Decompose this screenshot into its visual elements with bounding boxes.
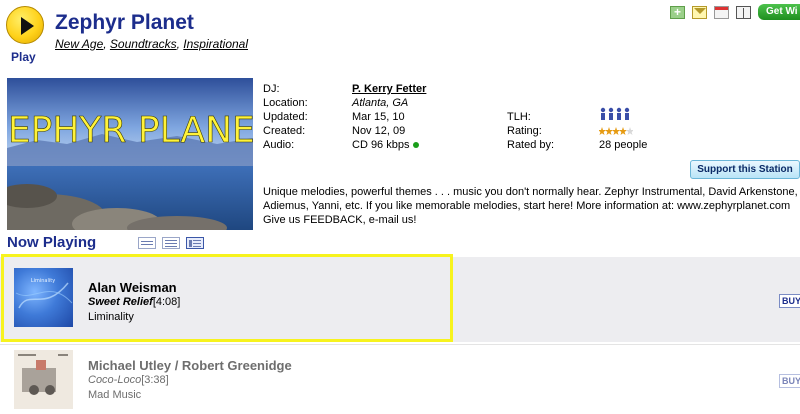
- mail-icon[interactable]: [692, 6, 707, 19]
- genre-link-inspirational[interactable]: Inspirational: [183, 37, 248, 51]
- station-artwork: ZEPHYR PLANET: [7, 78, 253, 230]
- status-dot-icon: [413, 142, 420, 149]
- location-label: Location:: [263, 97, 308, 109]
- genre-link-soundtracks[interactable]: Soundtracks: [110, 37, 177, 51]
- detail-view-icon[interactable]: [186, 237, 204, 249]
- rating-label: Rating:: [507, 125, 542, 137]
- add-icon[interactable]: +: [670, 6, 685, 19]
- buy-button[interactable]: BUY: [779, 374, 800, 388]
- track-album: Mad Music: [88, 389, 142, 401]
- audio-label: Audio:: [263, 139, 295, 151]
- album-art-image: [14, 350, 73, 409]
- now-playing-heading: Now Playing: [7, 234, 97, 251]
- play-button[interactable]: [6, 6, 44, 44]
- compact-view-icon[interactable]: [162, 237, 180, 249]
- updated-value: Mar 15, 10: [352, 111, 405, 123]
- get-widget-button[interactable]: Get Wi: [758, 4, 800, 20]
- book-icon[interactable]: [736, 6, 751, 19]
- location-value: Atlanta, GA: [352, 97, 409, 109]
- track-song: Coco-Loco[3:38]: [88, 374, 169, 386]
- buy-button[interactable]: BUY: [779, 294, 800, 308]
- station-artwork-text: ZEPHYR PLANET: [7, 110, 253, 151]
- track-title[interactable]: Coco-Loco: [88, 374, 141, 386]
- audio-value: CD 96 kbps: [352, 139, 420, 151]
- station-title: Zephyr Planet: [55, 11, 194, 34]
- audio-bitrate: CD 96 kbps: [352, 139, 410, 151]
- station-artwork-image: ZEPHYR PLANET: [7, 78, 253, 230]
- rated-by-value: 28 people: [599, 139, 648, 151]
- album-art: [14, 350, 73, 409]
- updated-label: Updated:: [263, 111, 308, 123]
- created-value: Nov 12, 09: [352, 125, 406, 137]
- genre-link-new-age[interactable]: New Age: [55, 37, 103, 51]
- highlight-box: [1, 254, 453, 342]
- listener-icon: [600, 107, 630, 120]
- play-icon: [21, 17, 34, 35]
- tlh-label: TLH:: [507, 111, 531, 123]
- track-artist: Michael Utley / Robert Greenidge: [88, 358, 292, 373]
- star-icon: [598, 127, 634, 135]
- rated-by-label: Rated by:: [507, 139, 555, 151]
- genre-links: New Age, Soundtracks, Inspirational: [55, 37, 249, 51]
- list-view-icon[interactable]: [138, 237, 156, 249]
- calendar-icon[interactable]: [714, 6, 729, 19]
- dj-link[interactable]: P. Kerry Fetter: [352, 83, 426, 95]
- support-station-button[interactable]: Support this Station: [690, 160, 800, 179]
- play-label[interactable]: Play: [11, 50, 36, 64]
- dj-label: DJ:: [263, 83, 280, 95]
- station-description: Unique melodies, powerful themes . . . m…: [263, 186, 798, 226]
- track-duration: [3:38]: [141, 374, 169, 386]
- created-label: Created:: [263, 125, 306, 137]
